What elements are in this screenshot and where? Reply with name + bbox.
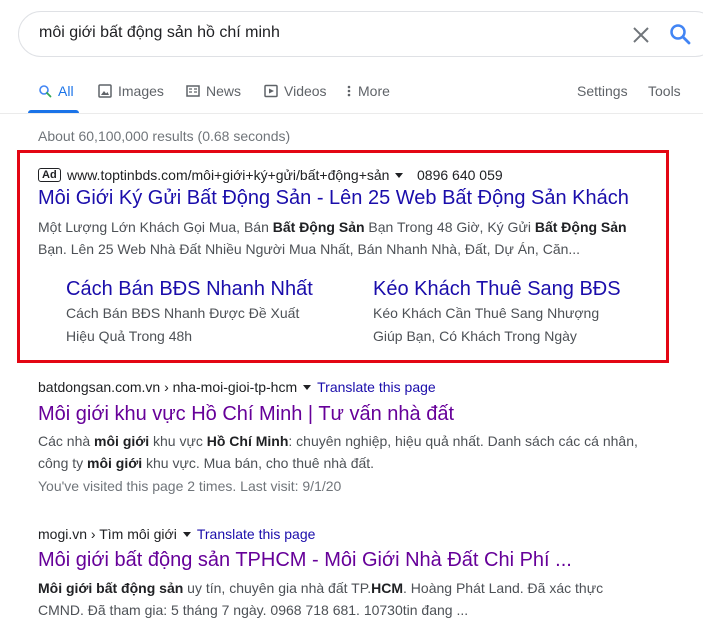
result-1-title[interactable]: Môi giới khu vực Hồ Chí Minh | Tư vấn nh…	[38, 403, 454, 426]
translate-link[interactable]: Translate this page	[317, 379, 436, 395]
ad-sitelink-2-desc: Kéo Khách Cần Thuê Sang Nhượng	[373, 305, 600, 321]
tab-videos[interactable]: Videos	[264, 83, 327, 99]
ad-sitelink-1-title[interactable]: Cách Bán BĐS Nhanh Nhất	[66, 278, 313, 301]
ad-description-line1: Một Lượng Lớn Khách Gọi Mua, Bán Bất Độn…	[38, 219, 627, 235]
search-icon	[38, 84, 52, 98]
ad-url-dropdown-icon[interactable]	[395, 173, 403, 178]
chevron-down-icon[interactable]	[182, 531, 191, 537]
result-2-title[interactable]: Môi giới bất động sản TPHCM - Môi Giới N…	[38, 549, 572, 572]
ad-sitelink-1-desc: Hiệu Quả Trong 48h	[66, 328, 193, 344]
result-1-snippet-line2: công ty môi giới khu vực. Mua bán, cho t…	[38, 455, 375, 471]
result-stats: About 60,100,000 results (0.68 seconds)	[38, 128, 291, 144]
tab-news[interactable]: News	[186, 83, 241, 99]
result-2-snippet-line1: Môi giới bất động sản uy tín, chuyên gia…	[38, 580, 604, 596]
ad-url[interactable]: www.toptinbds.com/môi+giới+ký+gửi/bất+độ…	[67, 167, 389, 183]
tab-images[interactable]: Images	[98, 83, 164, 99]
image-icon	[98, 84, 112, 98]
result-2-snippet-line2: CMND. Đã tham gia: 5 tháng 7 ngày. 0968 …	[38, 602, 469, 618]
ad-sitelink-2-desc: Giúp Bạn, Có Khách Trong Ngày	[373, 328, 577, 344]
ad-badge: Ad	[38, 168, 61, 182]
tools-link[interactable]: Tools	[648, 83, 681, 99]
tab-label: Videos	[284, 83, 327, 99]
result-1-snippet-line1: Các nhà môi giới khu vực Hồ Chí Minh: ch…	[38, 433, 638, 449]
translate-link[interactable]: Translate this page	[197, 526, 316, 542]
result-2-cite[interactable]: mogi.vn › Tìm môi giới Translate this pa…	[38, 526, 315, 542]
tab-label: Images	[118, 83, 164, 99]
clear-icon[interactable]	[630, 24, 652, 46]
result-1-cite[interactable]: batdongsan.com.vn › nha-moi-gioi-tp-hcm …	[38, 379, 436, 395]
tab-label: More	[358, 83, 390, 99]
search-input[interactable]: môi giới bất động sản hồ chí minh	[39, 24, 280, 42]
ad-sitelink-1-desc: Cách Bán BĐS Nhanh Được Đề Xuất	[66, 305, 300, 321]
tabs-divider	[0, 113, 703, 114]
ad-title[interactable]: Môi Giới Ký Gửi Bất Động Sản - Lên 25 We…	[38, 187, 629, 210]
tab-more[interactable]: More	[346, 83, 390, 99]
search-icon[interactable]	[668, 22, 692, 46]
tab-label: News	[206, 83, 242, 99]
result-1-visited-note: You've visited this page 2 times. Last v…	[38, 478, 342, 494]
ad-phone[interactable]: 0896 640 059	[417, 167, 503, 183]
ad-description-line2: Bạn. Lên 25 Web Nhà Đất Nhiều Người Mua …	[38, 241, 581, 257]
more-vert-icon	[346, 84, 352, 98]
tab-all[interactable]: All	[38, 83, 74, 99]
tab-label: All	[58, 83, 74, 99]
ad-sitelink-2-title[interactable]: Kéo Khách Thuê Sang BĐS	[373, 278, 621, 301]
news-icon	[186, 84, 200, 98]
video-icon	[264, 84, 278, 98]
settings-link[interactable]: Settings	[577, 83, 628, 99]
chevron-down-icon[interactable]	[303, 384, 312, 390]
